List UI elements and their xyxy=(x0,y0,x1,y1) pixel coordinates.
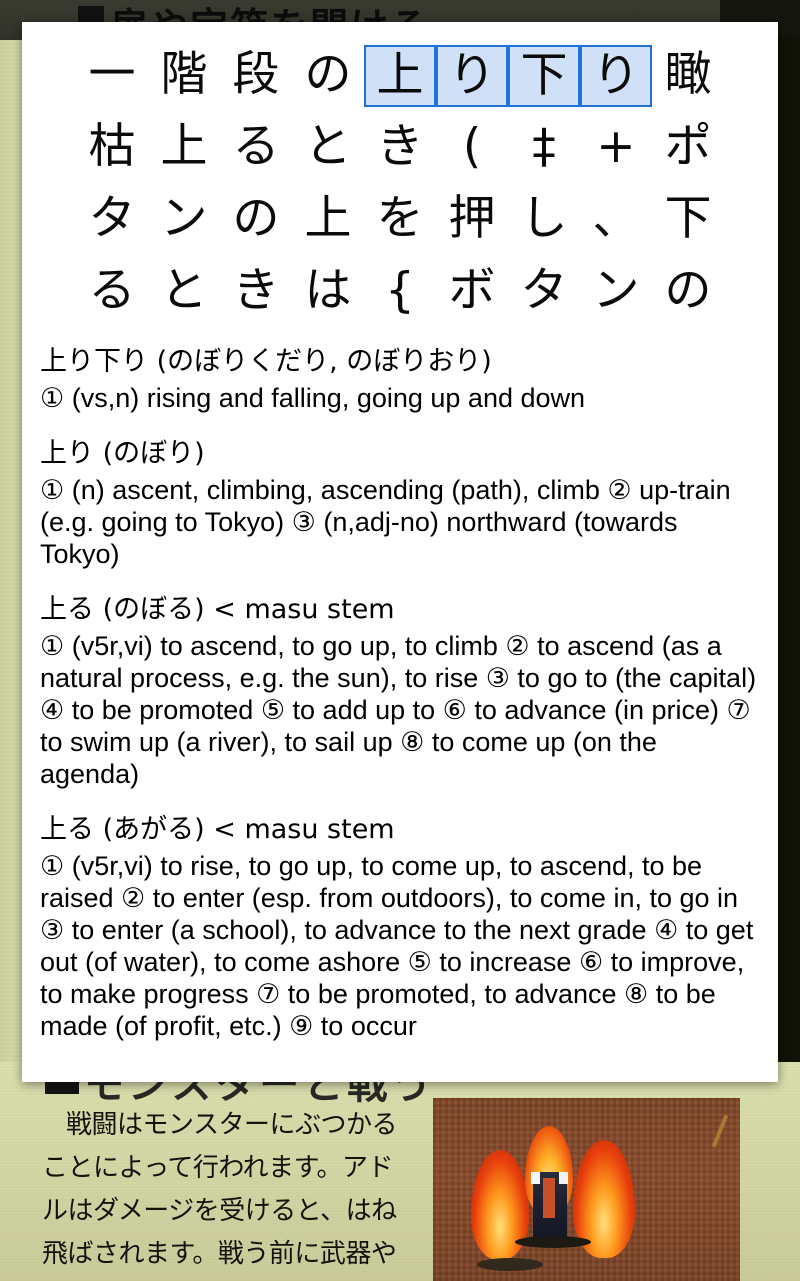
ocr-character[interactable]: と xyxy=(148,261,220,323)
ocr-character[interactable]: 上 xyxy=(292,189,364,251)
ocr-character[interactable]: は xyxy=(292,261,364,323)
ocr-character-grid: 一 階 段 の 上 り 下 り 瞰 枯 上 る と き ( ‡ + ポ タ ン … xyxy=(22,22,778,332)
entry-headword: 上る (あがる) < masu stem xyxy=(40,814,395,845)
ocr-character-selected[interactable]: り xyxy=(436,45,508,107)
dictionary-entry: 上る (あがる) < masu stem ① (v5r,vi) to rise,… xyxy=(40,812,760,1042)
ocr-character[interactable]: の xyxy=(652,261,724,323)
ocr-character[interactable]: ‡ xyxy=(508,117,580,179)
ocr-character[interactable]: を xyxy=(364,189,436,251)
ocr-row: 一 階 段 の 上 り 下 り 瞰 xyxy=(22,40,778,112)
entry-glosses: ① (n) ascent, climbing, ascending (path)… xyxy=(40,475,731,569)
ocr-character[interactable]: 一 xyxy=(76,45,148,107)
ocr-character[interactable]: 階 xyxy=(148,45,220,107)
ocr-character-selected[interactable]: 上 xyxy=(364,45,436,107)
manual-body-text: 戦闘はモンスターにぶつかる ことによって行われます。アド ルはダメージを受けると… xyxy=(42,1104,432,1276)
manual-bottom-section: モンスターと戦う 戦闘はモンスターにぶつかる ことによって行われます。アド ルは… xyxy=(0,1062,800,1281)
dictionary-entry: 上り下り (のぼりくだり, のぼりおり) ① (vs,n) rising and… xyxy=(40,344,760,414)
ocr-row: る と き は { ボ タ ン の xyxy=(22,256,778,328)
ocr-character[interactable]: ( xyxy=(436,117,508,179)
ground-streak xyxy=(711,1114,729,1148)
ocr-character[interactable]: 下 xyxy=(652,189,724,251)
ocr-character[interactable]: { xyxy=(364,261,436,323)
sprite-eye xyxy=(531,1172,540,1184)
ocr-character[interactable]: る xyxy=(76,261,148,323)
ocr-character[interactable]: き xyxy=(364,117,436,179)
ocr-character[interactable]: の xyxy=(220,189,292,251)
sprite-eye xyxy=(559,1172,568,1184)
sprite-shadow xyxy=(515,1236,591,1248)
manual-body-line: ルはダメージを受けると、はね xyxy=(42,1196,397,1226)
ocr-character[interactable]: 押 xyxy=(436,189,508,251)
ocr-row: タ ン の 上 を 押 し 、 下 xyxy=(22,184,778,256)
ocr-row: 枯 上 る と き ( ‡ + ポ xyxy=(22,112,778,184)
ocr-character[interactable]: 瞰 xyxy=(652,45,724,107)
entry-headword: 上り下り (のぼりくだり, のぼりおり) xyxy=(40,346,492,377)
entry-headword: 上る (のぼる) < masu stem xyxy=(40,594,395,625)
ocr-character[interactable]: 上 xyxy=(148,117,220,179)
ocr-character[interactable]: き xyxy=(220,261,292,323)
entry-headword: 上り (のぼり) xyxy=(40,438,205,469)
dictionary-entry: 上り (のぼり) ① (n) ascent, climbing, ascendi… xyxy=(40,436,760,570)
player-sprite-cape xyxy=(543,1178,555,1218)
ocr-character-selected[interactable]: 下 xyxy=(508,45,580,107)
ocr-character[interactable]: タ xyxy=(76,189,148,251)
ocr-character[interactable]: ン xyxy=(148,189,220,251)
sprite-shadow xyxy=(477,1258,543,1271)
ocr-character[interactable]: 段 xyxy=(220,45,292,107)
manual-body-line: ことによって行われます。アド xyxy=(42,1153,394,1183)
ocr-character[interactable]: る xyxy=(220,117,292,179)
ocr-character[interactable]: し xyxy=(508,189,580,251)
ocr-character[interactable]: タ xyxy=(508,261,580,323)
ocr-character[interactable]: の xyxy=(292,45,364,107)
ocr-character[interactable]: と xyxy=(292,117,364,179)
entry-glosses: ① (vs,n) rising and falling, going up an… xyxy=(40,383,586,413)
ocr-character[interactable]: ポ xyxy=(652,117,724,179)
ocr-character[interactable]: ボ xyxy=(436,261,508,323)
dictionary-result-card: 一 階 段 の 上 り 下 り 瞰 枯 上 る と き ( ‡ + ポ タ ン … xyxy=(22,22,778,1082)
ocr-character[interactable]: 枯 xyxy=(76,117,148,179)
ocr-character[interactable]: + xyxy=(580,117,652,179)
dictionary-entry: 上る (のぼる) < masu stem ① (v5r,vi) to ascen… xyxy=(40,592,760,790)
game-screenshot-image xyxy=(433,1098,740,1281)
dictionary-entries-list: 上り下り (のぼりくだり, のぼりおり) ① (vs,n) rising and… xyxy=(22,332,778,1042)
manual-body-line: 飛ばされます。戦う前に武器や xyxy=(42,1239,397,1269)
entry-glosses: ① (v5r,vi) to ascend, to go up, to climb… xyxy=(40,631,757,789)
ocr-character[interactable]: 、 xyxy=(580,189,652,251)
entry-glosses: ① (v5r,vi) to rise, to go up, to come up… xyxy=(40,851,754,1041)
manual-body-line: 戦闘はモンスターにぶつかる xyxy=(66,1110,397,1140)
ocr-character-selected[interactable]: り xyxy=(580,45,652,107)
ocr-character[interactable]: ン xyxy=(580,261,652,323)
